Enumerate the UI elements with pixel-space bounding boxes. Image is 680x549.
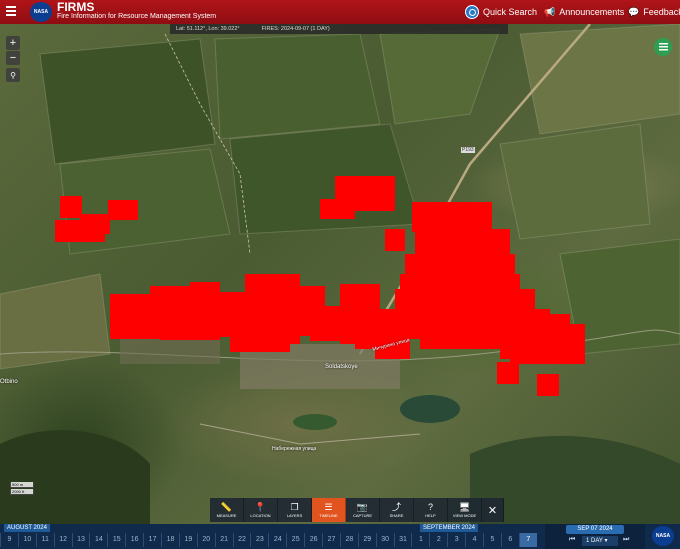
fire-detection-pixel[interactable] (412, 202, 492, 232)
fire-detection-pixel[interactable] (545, 334, 585, 364)
bottom-toolbar: 📏 MEASURE 📍 LOCATION ❐ LAYERS ☰ TIMELINE 📷 CA… (210, 498, 504, 522)
camera-icon: 📷 (356, 502, 369, 512)
timeline-day[interactable]: 10 (17, 533, 36, 547)
timeline-button[interactable]: ☰ TIMELINE (312, 498, 346, 522)
location-button[interactable]: 📍 LOCATION (244, 498, 278, 522)
fire-detection-pixel[interactable] (320, 199, 355, 219)
location-pin-icon[interactable]: ⚲ (6, 68, 20, 82)
layers-button[interactable]: ❐ LAYERS (278, 498, 312, 522)
timeline-bar: AUGUST 2024 SEPTEMBER 2024 9 10 11 12 13 14 15… (0, 524, 680, 549)
timeline-day[interactable]: 27 (322, 533, 340, 547)
monitor-icon: 🖥 (458, 502, 471, 512)
nasa-logo: NASA (30, 2, 52, 22)
app-header: NASA FIRMS Fire Information for Resource… (0, 0, 680, 24)
road-shield: P193 (461, 147, 475, 153)
timeline-day[interactable]: 4 (465, 533, 483, 547)
zoom-in-button[interactable]: + (6, 36, 20, 50)
fire-detection-pixel[interactable] (108, 200, 138, 220)
megaphone-icon: 📢 (544, 6, 556, 17)
timeline-day[interactable]: 19 (178, 533, 197, 547)
fires-date-text: FIRES: 2024-09-07 (1 DAY) (261, 26, 330, 32)
help-icon: ? (427, 502, 433, 512)
quick-search-button[interactable]: Quick Search (465, 3, 537, 21)
search-icon (465, 5, 479, 19)
step-forward-icon[interactable]: ⏭ (623, 536, 629, 544)
place-label-left-town: Otbino (0, 379, 18, 385)
month-label-sep: SEPTEMBER 2024 (420, 524, 479, 532)
announcements-button[interactable]: 📢 Announcements (544, 3, 624, 21)
timeline-day[interactable]: 3 (447, 533, 465, 547)
timeline-day[interactable]: 25 (286, 533, 304, 547)
fire-detection-pixel[interactable] (537, 374, 559, 396)
nasa-logo-footer: NASA (652, 526, 674, 546)
timeline-day[interactable]: 24 (268, 533, 286, 547)
fire-detection-pixel[interactable] (80, 214, 110, 234)
share-icon: ⤴ (391, 502, 401, 512)
chat-icon: 💬 (628, 6, 640, 17)
timeline-day[interactable]: 7 (518, 533, 537, 547)
timeline-day[interactable]: 9 (0, 533, 18, 547)
timeline-day[interactable]: 11 (35, 533, 54, 547)
timeline-day[interactable]: 15 (107, 533, 125, 547)
timeline-day[interactable]: 14 (89, 533, 107, 547)
timeline-day[interactable]: 2 (429, 533, 447, 547)
announcements-label: Announcements (559, 7, 625, 17)
zoom-out-button[interactable]: − (6, 51, 20, 65)
scale-metric: 500 m (10, 482, 34, 488)
timeline-day[interactable]: 26 (304, 533, 322, 547)
step-back-icon[interactable]: ⏮ (569, 536, 575, 544)
timeline-day[interactable]: 28 (339, 533, 358, 547)
share-button[interactable]: ⤴ SHARE (380, 498, 414, 522)
capture-button[interactable]: 📷 CAPTURE (346, 498, 380, 522)
timeline-day[interactable]: 21 (214, 533, 233, 547)
timeline-day[interactable]: 16 (125, 533, 143, 547)
fire-detection-pixel[interactable] (385, 229, 405, 251)
layers-icon: ❐ (290, 502, 299, 512)
timeline-day[interactable]: 12 (53, 533, 72, 547)
timeline-day[interactable]: 29 (357, 533, 376, 547)
fire-detection-pixel[interactable] (230, 332, 290, 352)
timeline-icon: ☰ (324, 502, 333, 512)
place-label-town: Soldatskoye (325, 364, 358, 370)
day-strip: 9 10 11 12 13 14 15 16 17 18 19 20 21 22 23 24 25 26 27 28 2… (0, 533, 537, 547)
timeline-day[interactable]: 17 (143, 533, 161, 547)
timeline-day[interactable]: 13 (71, 533, 90, 547)
month-label-aug: AUGUST 2024 (4, 524, 50, 532)
fire-detection-pixel[interactable] (60, 196, 82, 218)
app-subtitle: Fire Information for Resource Management… (57, 13, 217, 20)
feedback-button[interactable]: 💬 Feedback (628, 3, 680, 21)
view-mode-button[interactable]: 🖥 VIEW MODE (448, 498, 482, 522)
fire-detection-pixel[interactable] (497, 362, 519, 384)
close-toolbar-button[interactable]: ✕ (482, 498, 504, 522)
timeline-day[interactable]: 22 (232, 533, 251, 547)
timeline-day[interactable]: 18 (161, 533, 179, 547)
timeline-day[interactable]: 30 (375, 533, 394, 547)
ruler-icon: 📏 (220, 502, 233, 512)
current-date[interactable]: SEP 07 2024 (566, 525, 624, 534)
fire-detections-layer (55, 176, 585, 396)
timeline-day[interactable]: 1 (411, 533, 429, 547)
street-label-2: Набережная улица (272, 446, 317, 452)
timeline-day[interactable]: 6 (500, 533, 519, 547)
measure-button[interactable]: 📏 MEASURE (210, 498, 244, 522)
pin-icon: 📍 (254, 502, 267, 512)
coordinate-readout: Lat: 51.112°, Lon: 39.022° FIRES: 2024-0… (170, 24, 508, 34)
scale-imperial: 2000 ft (10, 489, 34, 495)
list-icon (658, 43, 668, 51)
layers-list-button[interactable] (654, 38, 672, 56)
feedback-label: Feedback (643, 7, 680, 17)
fire-detection-pixel[interactable] (160, 322, 220, 340)
timeline-day[interactable]: 5 (483, 533, 501, 547)
quick-search-label: Quick Search (483, 7, 538, 17)
date-controls: SEP 07 2024 ⏮ 1 DAY ▾ ⏭ (545, 524, 645, 549)
scale-bar: 500 m 2000 ft (10, 482, 34, 496)
map-view[interactable]: Lat: 51.112°, Lon: 39.022° FIRES: 2024-0… (0, 24, 680, 524)
timeline-day[interactable]: 31 (393, 533, 412, 547)
timeline-day[interactable]: 23 (250, 533, 268, 547)
time-span-select[interactable]: 1 DAY ▾ (582, 536, 618, 546)
timeline-day[interactable]: 20 (196, 533, 215, 547)
menu-icon[interactable] (6, 6, 16, 18)
lat-lon-text: Lat: 51.112°, Lon: 39.022° (176, 26, 240, 32)
help-button[interactable]: ? HELP (414, 498, 448, 522)
